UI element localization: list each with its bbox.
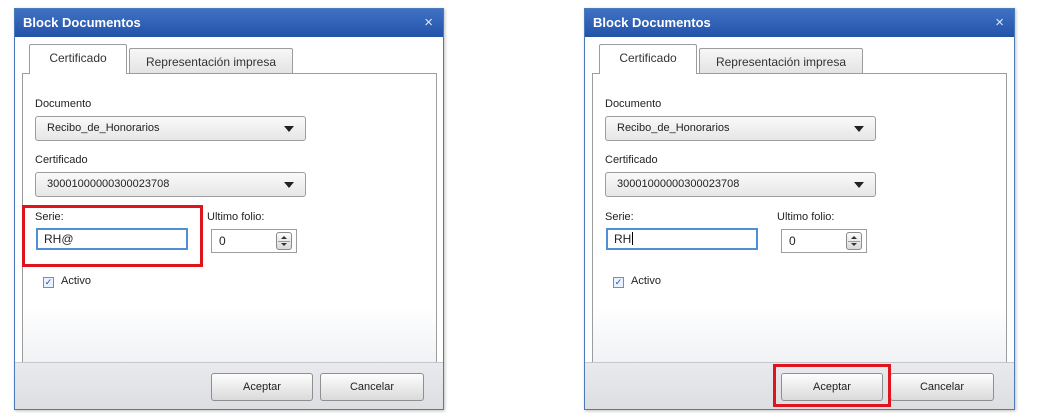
documento-select[interactable]: Recibo_de_Honorarios (605, 116, 876, 141)
documento-label: Documento (35, 98, 92, 110)
certificado-select-value: 30001000000300023708 (47, 178, 170, 190)
serie-input[interactable]: RH@ (36, 228, 188, 250)
certificado-select-value: 30001000000300023708 (617, 178, 740, 190)
dialog-titlebar: Block Documentos × (585, 9, 1014, 37)
documento-select-value: Recibo_de_Honorarios (617, 122, 730, 134)
tab-panel-certificado: Documento Recibo_de_Honorarios Certifica… (22, 73, 437, 373)
activo-label: Activo (61, 275, 91, 287)
activo-checkbox[interactable]: ✓ (613, 277, 624, 288)
text-cursor (632, 232, 634, 245)
tab-representacion-impresa[interactable]: Representación impresa (129, 48, 293, 75)
serie-input-value: RH (614, 232, 632, 246)
dialog-title: Block Documentos (23, 15, 141, 30)
tab-certificado[interactable]: Certificado (599, 44, 697, 74)
chevron-down-icon (854, 126, 864, 132)
tab-panel-certificado: Documento Recibo_de_Honorarios Certifica… (592, 73, 1007, 373)
ultimo-folio-value: 0 (789, 234, 796, 248)
block-documentos-dialog-left: Block Documentos × Certificado Represent… (14, 8, 444, 410)
dialog-footer: Aceptar Cancelar (15, 362, 443, 409)
tab-certificado[interactable]: Certificado (29, 44, 127, 74)
serie-input[interactable]: RH (606, 228, 758, 250)
dialog-footer: Aceptar Cancelar (585, 362, 1014, 409)
ultimo-folio-spinner[interactable] (276, 232, 292, 250)
tab-representacion-impresa[interactable]: Representación impresa (699, 48, 863, 75)
ultimo-folio-spinner[interactable] (846, 232, 862, 250)
certificado-label: Certificado (35, 154, 88, 166)
cancel-button[interactable]: Cancelar (320, 373, 424, 401)
activo-label: Activo (631, 275, 661, 287)
serie-label: Serie: (35, 211, 64, 223)
cancel-button[interactable]: Cancelar (890, 373, 994, 401)
accept-button[interactable]: Aceptar (211, 373, 313, 401)
chevron-down-icon (284, 126, 294, 132)
ultimo-folio-label: Ultimo folio: (777, 211, 835, 223)
close-icon[interactable]: × (995, 9, 1004, 37)
ultimo-folio-value: 0 (219, 234, 226, 248)
documento-select-value: Recibo_de_Honorarios (47, 122, 160, 134)
dialog-titlebar: Block Documentos × (15, 9, 443, 37)
certificado-label: Certificado (605, 154, 658, 166)
documento-select[interactable]: Recibo_de_Honorarios (35, 116, 306, 141)
activo-checkbox[interactable]: ✓ (43, 277, 54, 288)
documento-label: Documento (605, 98, 662, 110)
certificado-select[interactable]: 30001000000300023708 (35, 172, 306, 197)
close-icon[interactable]: × (424, 9, 433, 37)
chevron-down-icon (284, 182, 294, 188)
block-documentos-dialog-right: Block Documentos × Certificado Represent… (584, 8, 1015, 410)
serie-label: Serie: (605, 211, 634, 223)
chevron-down-icon (854, 182, 864, 188)
accept-button[interactable]: Aceptar (781, 373, 883, 401)
ultimo-folio-label: Ultimo folio: (207, 211, 265, 223)
certificado-select[interactable]: 30001000000300023708 (605, 172, 876, 197)
dialog-title: Block Documentos (593, 15, 711, 30)
